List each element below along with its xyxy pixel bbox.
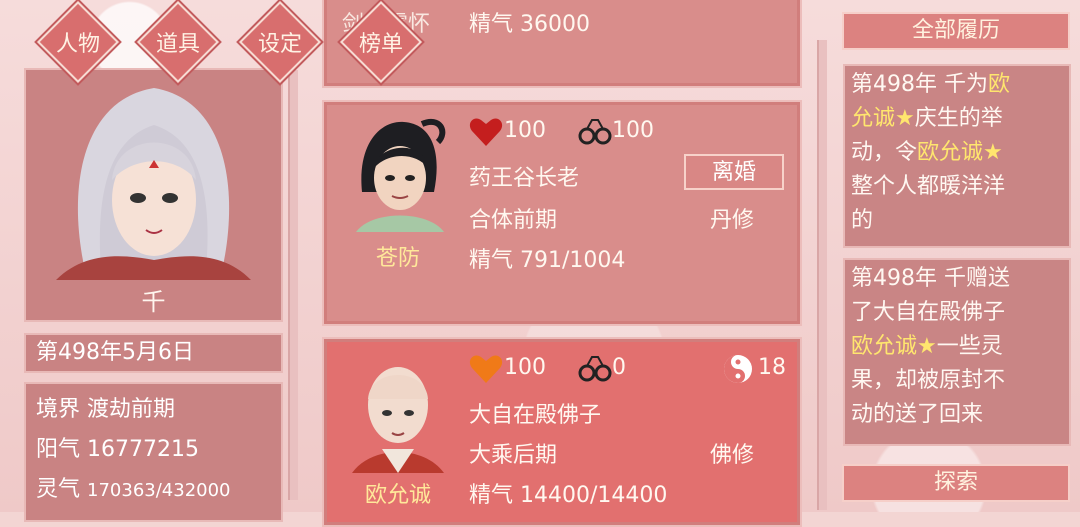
- companion-card[interactable]: 欧允诚 100 0 18 大自在殿佛子 大乘后期 佛修 精气 14400/144…: [322, 337, 802, 527]
- tab-items[interactable]: 道具: [140, 4, 216, 80]
- companion-avatar: [342, 353, 454, 473]
- tab-label: 人物: [55, 32, 100, 57]
- tab-characters[interactable]: 人物: [40, 4, 116, 80]
- log-text: 的: [851, 208, 874, 233]
- player-portrait-panel[interactable]: 千: [24, 68, 283, 322]
- log-text: 一些灵: [936, 334, 1003, 359]
- affection-value: 100: [504, 118, 546, 143]
- bond-value: 0: [612, 355, 626, 380]
- log-text: 动的送了回来: [851, 402, 984, 427]
- yang-label: 阳气: [36, 437, 81, 462]
- companion-name: 欧允诚: [364, 483, 431, 508]
- realm-label: 境界: [36, 397, 81, 422]
- log-text: 第498年 千赠送: [851, 266, 1010, 291]
- companion-title: 药王谷长老: [469, 166, 580, 191]
- yang-value: 16777215: [87, 437, 199, 462]
- essence-label: 精气: [469, 12, 514, 37]
- companion-path: 佛修: [710, 443, 755, 468]
- log-text: 整个人都暖洋洋: [851, 174, 1006, 199]
- log-highlight: 欧允诚★: [917, 140, 1003, 165]
- essence-label: 精气: [469, 248, 514, 273]
- essence-value: 791/1004: [520, 248, 626, 273]
- log-text: 动，令: [851, 140, 918, 165]
- ling-label: 灵气: [36, 477, 81, 502]
- list-scrollbar[interactable]: [817, 40, 827, 510]
- log-highlight: 允诚★: [851, 106, 915, 131]
- tab-label: 榜单: [358, 32, 403, 57]
- tab-settings[interactable]: 设定: [242, 4, 318, 80]
- heart-icon: [469, 118, 503, 146]
- tab-label: 道具: [155, 32, 200, 57]
- log-text: 第498年 千为: [851, 72, 988, 97]
- log-text: 庆生的举: [914, 106, 1003, 131]
- game-date: 第498年5月6日: [24, 333, 283, 373]
- tab-label: 设定: [257, 32, 302, 57]
- divorce-button[interactable]: 离婚: [684, 154, 784, 190]
- explore-button[interactable]: 探索: [842, 464, 1070, 502]
- log-highlight: 欧允诚★: [851, 334, 937, 359]
- companion-realm: 合体前期: [469, 208, 558, 233]
- log-text: 了大自在殿佛子: [851, 300, 1006, 325]
- bond-value: 100: [612, 118, 654, 143]
- yin-yang-icon: [724, 355, 752, 383]
- log-text: 果，却被原封不: [851, 368, 1006, 393]
- yinyang-value: 18: [758, 355, 786, 380]
- companion-path: 丹修: [710, 208, 755, 233]
- companion-realm: 大乘后期: [469, 443, 558, 468]
- history-entry: 第498年 千为欧 允诚★庆生的举 动，令欧允诚★ 整个人都暖洋洋 的: [843, 64, 1071, 248]
- handcuffs-icon: [578, 356, 612, 382]
- essence-value: 14400/14400: [520, 483, 668, 508]
- player-portrait: [56, 88, 251, 280]
- companion-title: 大自在殿佛子: [469, 403, 602, 428]
- left-scrollbar[interactable]: [288, 70, 298, 500]
- handcuffs-icon: [578, 119, 612, 145]
- companion-card[interactable]: 苍防 100 100 药王谷长老 离婚 合体前期 丹修 精气 791/1004: [322, 100, 802, 326]
- all-history-button[interactable]: 全部履历: [842, 12, 1070, 50]
- player-name: 千: [141, 288, 166, 316]
- companion-avatar: [342, 112, 454, 232]
- history-entry: 第498年 千赠送 了大自在殿佛子 欧允诚★一些灵 果，却被原封不 动的送了回来: [843, 258, 1071, 446]
- player-stats: 境界 渡劫前期 阳气 16777215 灵气 170363/432000: [24, 382, 283, 522]
- essence-label: 精气: [469, 483, 514, 508]
- heart-icon: [469, 355, 503, 383]
- companion-name: 苍防: [375, 246, 420, 271]
- affection-value: 100: [504, 355, 546, 380]
- log-highlight: 欧: [988, 72, 1011, 97]
- realm-value: 渡劫前期: [87, 397, 176, 422]
- ling-value: 170363/432000: [87, 480, 231, 501]
- tab-rankings[interactable]: 榜单: [343, 4, 419, 80]
- essence-value: 36000: [520, 12, 591, 37]
